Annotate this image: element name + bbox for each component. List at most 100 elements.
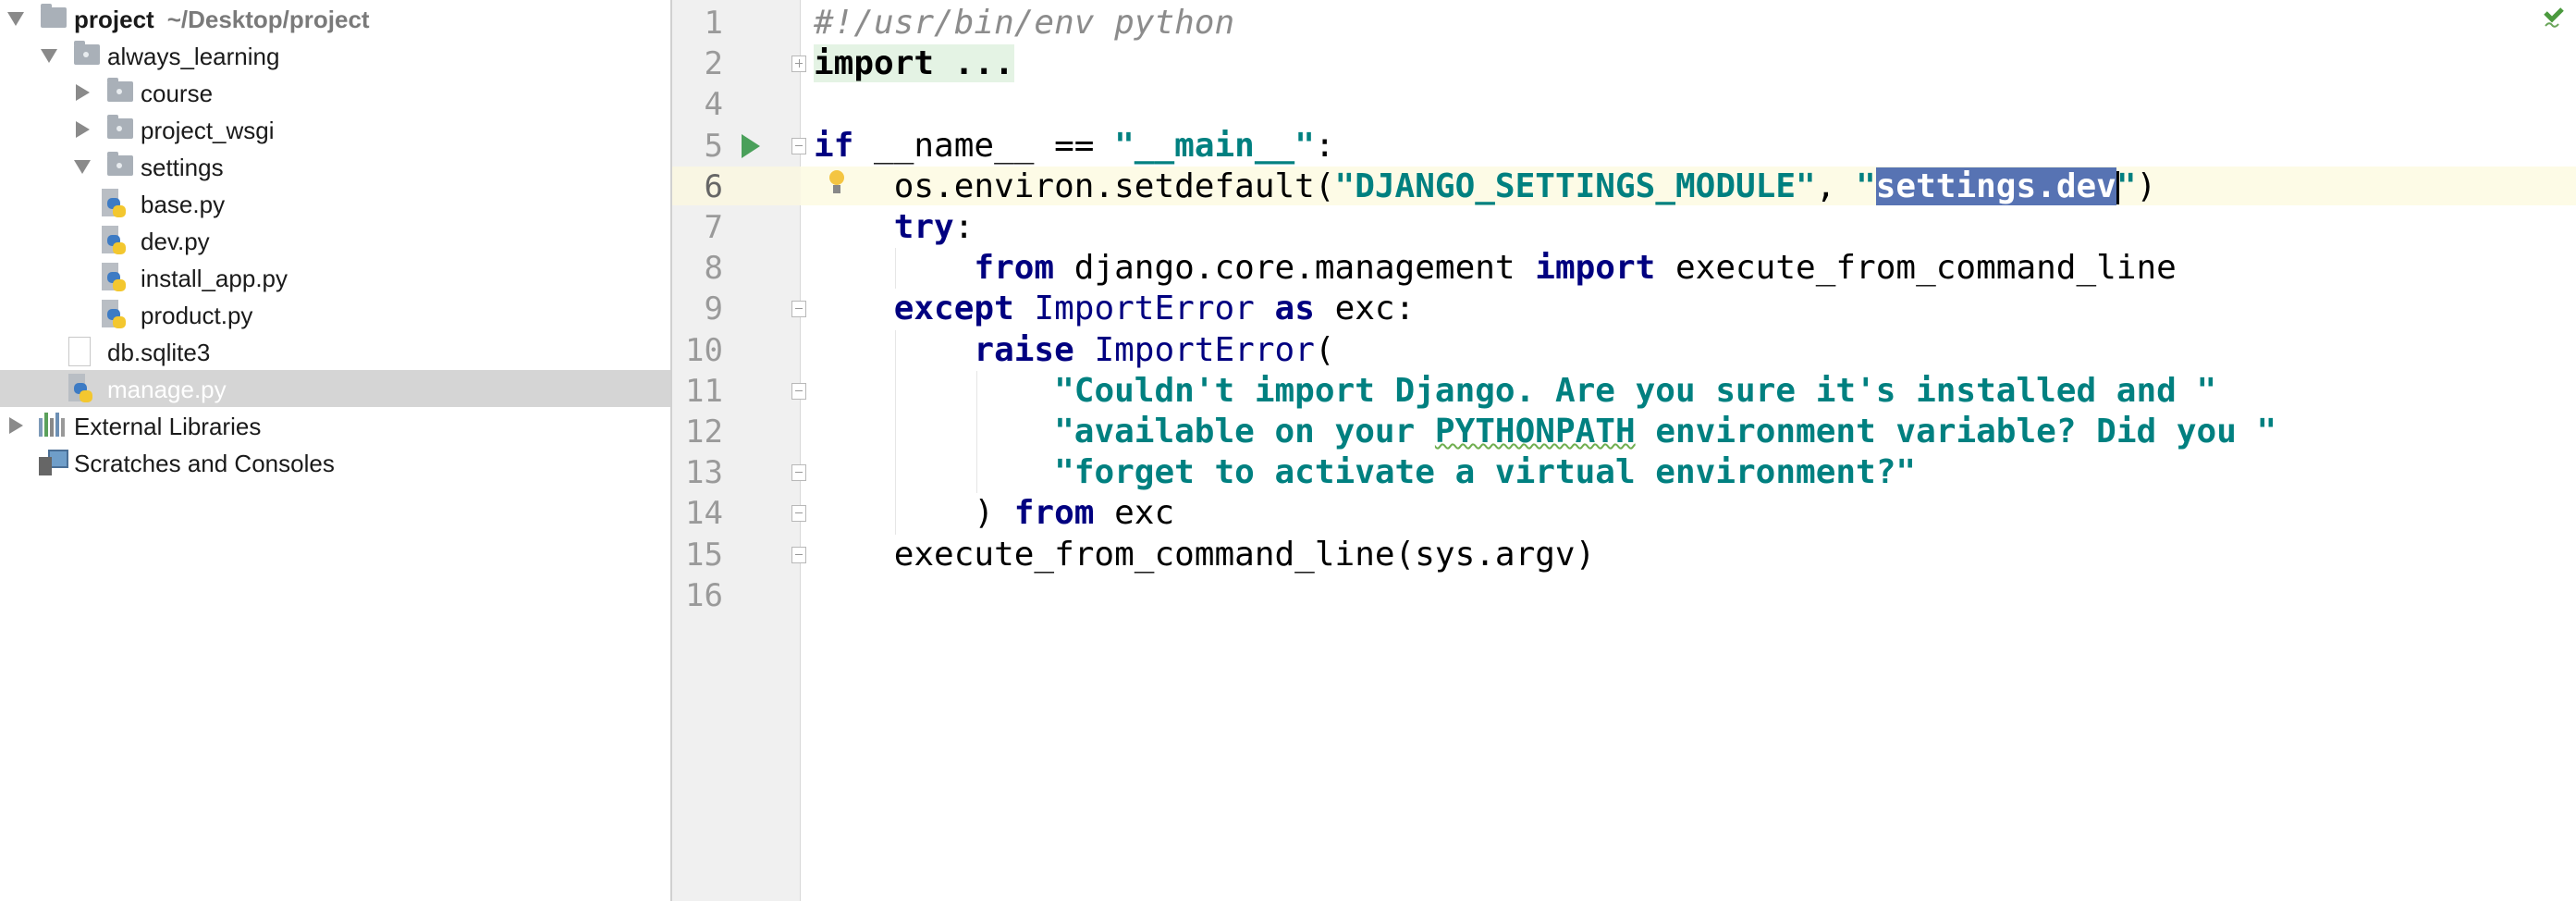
python-file-icon bbox=[102, 263, 126, 292]
line-number: 16 bbox=[685, 576, 723, 614]
project-tree: project ~/Desktop/project always_learningc… bbox=[0, 0, 672, 901]
code-token: ( bbox=[1314, 330, 1335, 369]
fold-expand-icon[interactable] bbox=[791, 56, 806, 73]
code-token: : bbox=[953, 208, 975, 246]
chevron-down-icon[interactable] bbox=[41, 49, 57, 63]
python-file-icon bbox=[102, 226, 126, 255]
tree-item-label: settings bbox=[141, 154, 224, 181]
chevron-right-icon[interactable] bbox=[76, 84, 90, 101]
code-line[interactable]: "available on your PYTHONPATH environmen… bbox=[814, 412, 2276, 452]
chevron-down-icon[interactable] bbox=[74, 160, 91, 174]
tree-item-course[interactable]: course bbox=[0, 74, 670, 111]
code-token: from bbox=[974, 249, 1055, 288]
code-line[interactable]: try: bbox=[814, 207, 975, 248]
tree-item-label: always_learning bbox=[107, 43, 280, 70]
chevron-down-icon[interactable] bbox=[7, 12, 24, 26]
code-token: exc bbox=[1094, 494, 1175, 533]
code-token: import bbox=[814, 44, 935, 83]
fold-collapse-icon[interactable] bbox=[791, 382, 806, 400]
line-number: 12 bbox=[685, 413, 723, 450]
tree-item-label: project_wsgi bbox=[141, 117, 275, 144]
tree-item-label: Scratches and Consoles bbox=[74, 450, 335, 477]
code-token: ImportError bbox=[1034, 290, 1255, 328]
code-line[interactable]: execute_from_command_line(sys.argv) bbox=[814, 535, 1596, 575]
code-token: "available on your bbox=[1054, 413, 1435, 450]
code-token: raise bbox=[974, 330, 1074, 369]
fold-collapse-icon[interactable] bbox=[791, 546, 806, 563]
tree-item-label: base.py bbox=[141, 191, 226, 218]
libraries-icon bbox=[39, 413, 67, 437]
code-token: django.core.management bbox=[1054, 249, 1536, 288]
lightbulb-icon[interactable] bbox=[828, 168, 846, 196]
line-number: 7 bbox=[704, 209, 723, 246]
fold-collapse-icon[interactable] bbox=[791, 505, 806, 523]
tree-item-label: db.sqlite3 bbox=[107, 339, 211, 366]
code-token: execute_from_command_line bbox=[1655, 249, 2177, 288]
tree-item-label: dev.py bbox=[141, 228, 210, 255]
folder-icon bbox=[41, 4, 67, 28]
scratches-icon bbox=[39, 450, 68, 475]
code-line[interactable]: ) from exc bbox=[814, 493, 1174, 534]
code-line[interactable]: raise ImportError( bbox=[814, 330, 1335, 371]
code-token: , bbox=[1815, 167, 1857, 205]
code-line[interactable]: if __name__ == "__main__": bbox=[814, 126, 1335, 167]
code-line[interactable]: from django.core.management import execu… bbox=[814, 248, 2177, 289]
line-number: 5 bbox=[704, 127, 723, 165]
tree-item-scratches-and-consoles[interactable]: Scratches and Consoles bbox=[0, 444, 670, 481]
code-token: #!/usr/bin/env python bbox=[814, 4, 1235, 42]
code-token: ) bbox=[814, 494, 1014, 533]
line-number: 4 bbox=[704, 86, 723, 124]
tree-item-label: product.py bbox=[141, 302, 253, 329]
code-line[interactable]: #!/usr/bin/env python bbox=[814, 3, 1234, 43]
run-arrow-icon[interactable] bbox=[742, 133, 760, 158]
code-token: execute_from_command_line(sys.argv) bbox=[814, 535, 1596, 574]
fold-collapse-icon[interactable] bbox=[791, 137, 806, 154]
tree-item-base-py[interactable]: base.py bbox=[0, 185, 670, 222]
tree-item-manage-py[interactable]: manage.py bbox=[0, 370, 670, 407]
line-number: 2 bbox=[704, 45, 723, 83]
code-token: "Couldn't import Django. Are you sure it… bbox=[1054, 371, 2217, 410]
chevron-right-icon[interactable] bbox=[9, 417, 23, 434]
fold-collapse-icon[interactable] bbox=[791, 464, 806, 482]
tree-item-install-app-py[interactable]: install_app.py bbox=[0, 259, 670, 296]
code-line[interactable]: os.environ.setdefault("DJANGO_SETTINGS_M… bbox=[814, 167, 2156, 207]
tree-item-always-learning[interactable]: always_learning bbox=[0, 37, 670, 74]
python-file-icon bbox=[102, 189, 126, 218]
code-line[interactable]: "forget to activate a virtual environmen… bbox=[814, 452, 1916, 493]
line-number: 1 bbox=[704, 5, 723, 42]
python-file-icon bbox=[68, 374, 92, 403]
code-token: exc: bbox=[1314, 290, 1416, 328]
code-token: PYTHONPATH bbox=[1434, 413, 1636, 450]
chevron-right-icon[interactable] bbox=[76, 121, 90, 138]
code-token: os.environ.setdefault( bbox=[814, 167, 1335, 205]
tree-item-project[interactable]: project ~/Desktop/project bbox=[0, 0, 670, 37]
fold-collapse-icon[interactable] bbox=[791, 301, 806, 318]
tree-item-settings[interactable]: settings bbox=[0, 148, 670, 185]
indent-guide bbox=[976, 370, 977, 494]
tree-item-db-sqlite3[interactable]: db.sqlite3 bbox=[0, 333, 670, 370]
tree-item-label: manage.py bbox=[107, 376, 227, 403]
package-folder-icon bbox=[107, 115, 133, 139]
code-token: from bbox=[1013, 494, 1095, 533]
code-token: " bbox=[2116, 167, 2137, 205]
tree-item-label: External Libraries bbox=[74, 413, 262, 440]
code-line[interactable]: import ... bbox=[814, 43, 1014, 84]
code-token: "forget to activate a virtual environmen… bbox=[1054, 453, 1917, 492]
selected-text: settings.dev bbox=[1875, 167, 2116, 205]
line-number: 8 bbox=[704, 250, 723, 288]
tree-item-project-wsgi[interactable]: project_wsgi bbox=[0, 111, 670, 148]
line-number: 15 bbox=[685, 536, 723, 574]
check-icon[interactable] bbox=[2543, 7, 2565, 30]
code-line[interactable]: except ImportError as exc: bbox=[814, 289, 1416, 329]
file-icon bbox=[68, 337, 91, 366]
tree-item-external-libraries[interactable]: External Libraries bbox=[0, 407, 670, 444]
tree-item-product-py[interactable]: product.py bbox=[0, 296, 670, 333]
tree-item-dev-py[interactable]: dev.py bbox=[0, 222, 670, 259]
line-number: 14 bbox=[685, 495, 723, 533]
code-line[interactable]: "Couldn't import Django. Are you sure it… bbox=[814, 371, 2216, 412]
